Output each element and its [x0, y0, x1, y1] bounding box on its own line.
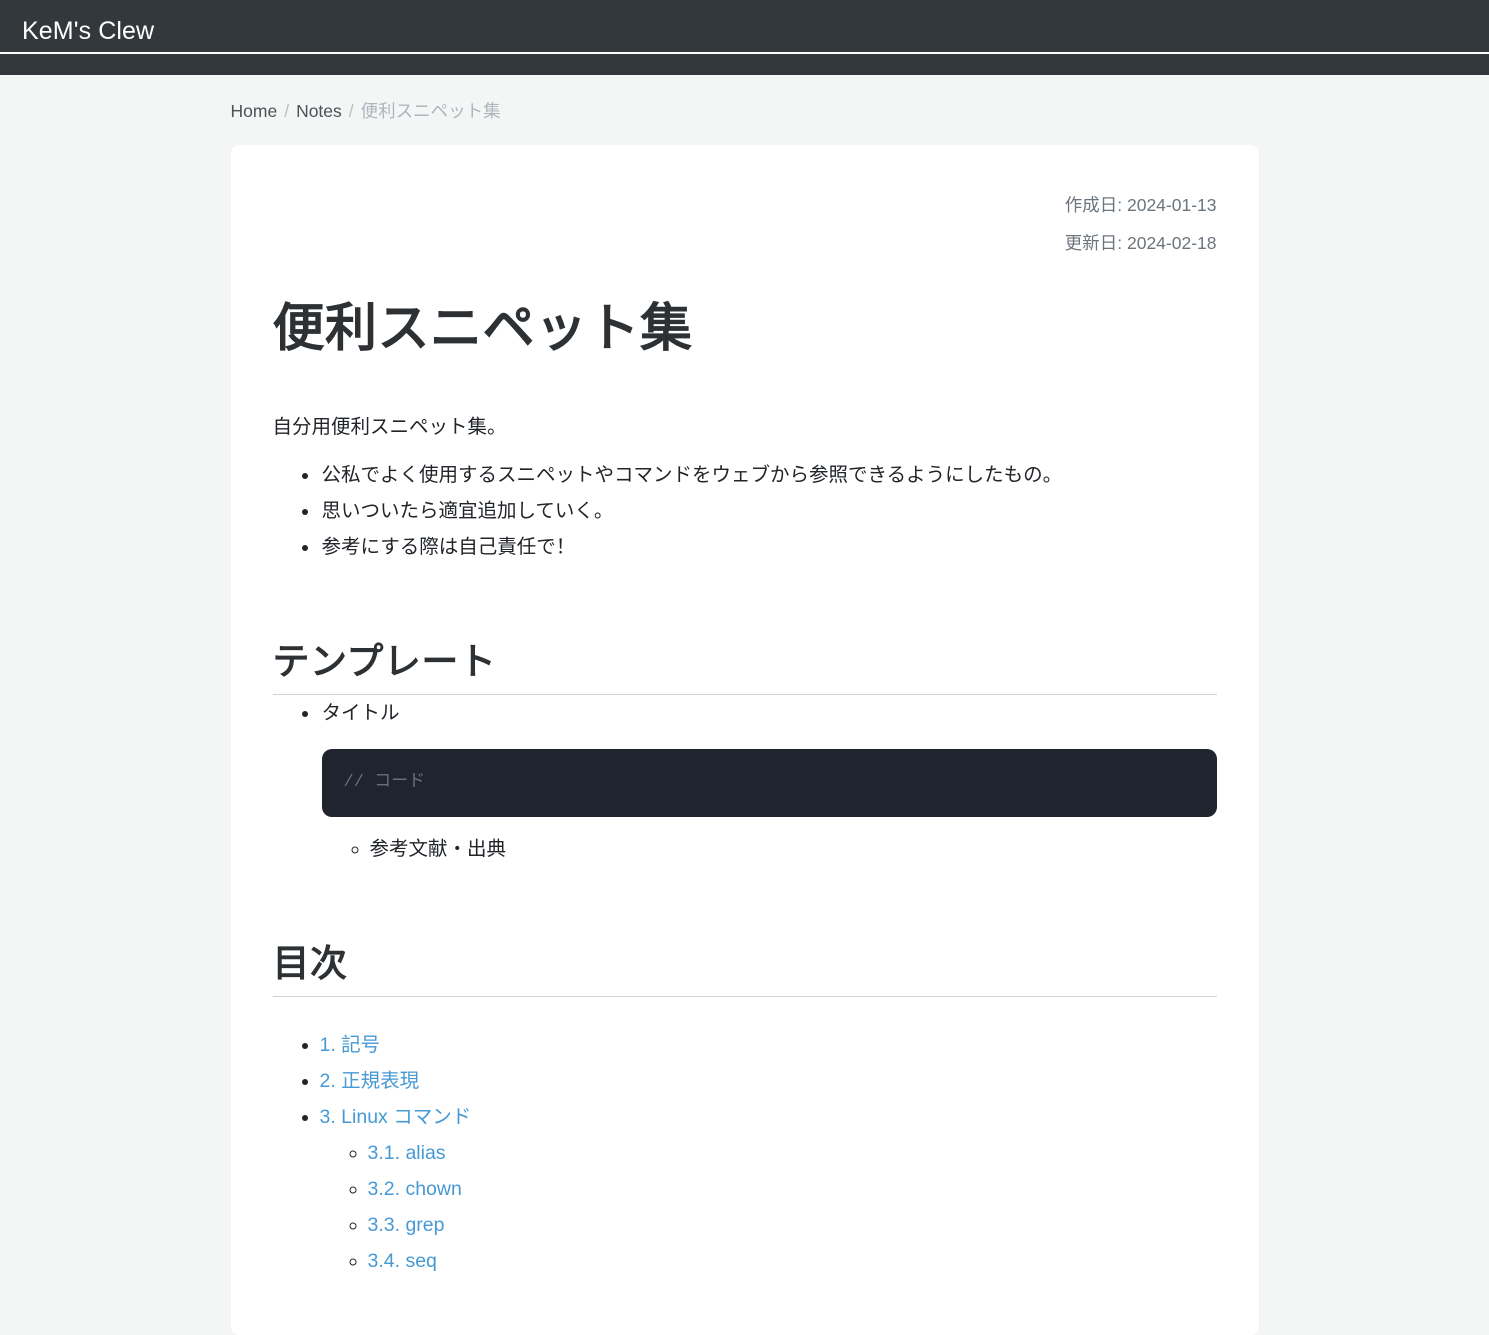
template-sublist: 参考文献・出典: [322, 831, 1217, 867]
toc-link-seikihyougen[interactable]: 2. 正規表現: [320, 1070, 420, 1092]
code-block: // コード: [321, 749, 1217, 818]
breadcrumb-separator: /: [348, 101, 354, 121]
section-heading-template: テンプレート: [272, 631, 1217, 696]
list-item: 参考にする際は自己責任で！: [320, 529, 1217, 565]
breadcrumb-item-current: 便利スニペット集: [360, 101, 501, 121]
toc-link-grep[interactable]: 3.3. grep: [368, 1214, 445, 1236]
breadcrumb-separator: /: [284, 101, 290, 121]
top-navbar: KeM's Clew: [0, 0, 1489, 75]
toc-subitem: 3.1. alias: [368, 1135, 1217, 1171]
toc-link-alias[interactable]: 3.1. alias: [368, 1142, 446, 1164]
breadcrumb-item-notes[interactable]: Notes: [296, 99, 342, 123]
breadcrumb-item-home[interactable]: Home: [231, 99, 278, 123]
list-item: 思いついたら適宜追加していく。: [320, 493, 1217, 529]
section-heading-toc: 目次: [272, 933, 1217, 998]
toc-item: 1. 記号: [320, 1027, 1217, 1063]
toc-subitem: 3.3. grep: [368, 1207, 1217, 1243]
toc-item: 3. Linux コマンド 3.1. alias 3.2. chown 3.3.…: [320, 1099, 1217, 1279]
list-item: タイトル // コード 参考文献・出典: [320, 695, 1217, 867]
post-updated-date: 更新日: 2024-02-18: [1064, 233, 1217, 253]
toc-link-seq[interactable]: 3.4. seq: [368, 1250, 437, 1272]
template-item-title: タイトル: [321, 702, 400, 725]
toc-item: 2. 正規表現: [320, 1063, 1217, 1099]
table-of-contents: 1. 記号 2. 正規表現 3. Linux コマンド 3.1. alias 3…: [273, 1027, 1217, 1279]
template-list: タイトル // コード 参考文献・出典: [273, 695, 1217, 867]
intro-paragraph: 自分用便利スニペット集。: [272, 416, 507, 438]
toc-link-kigou[interactable]: 1. 記号: [320, 1034, 381, 1056]
list-item: 公私でよく使用するスニペットやコマンドをウェブから参照できるようにしたもの。: [320, 457, 1217, 493]
breadcrumb: Home / Notes / 便利スニペット集: [231, 99, 1259, 123]
breadcrumb-container: Home / Notes / 便利スニペット集: [231, 75, 1259, 123]
list-item: 参考文献・出典: [370, 831, 1217, 867]
site-brand-link[interactable]: KeM's Clew: [22, 14, 154, 48]
article-card: 作成日: 2024-01-13 更新日: 2024-02-18 便利スニペット集…: [230, 145, 1259, 1335]
toc-link-linux-commands[interactable]: 3. Linux コマンド: [320, 1106, 472, 1128]
toc-link-chown[interactable]: 3.2. chown: [368, 1178, 462, 1200]
page-title: 便利スニペット集: [272, 300, 693, 358]
post-created-date: 作成日: 2024-01-13: [1064, 195, 1217, 215]
intro-bullet-list: 公私でよく使用するスニペットやコマンドをウェブから参照できるようにしたもの。 思…: [273, 457, 1217, 565]
toc-subitem: 3.4. seq: [368, 1243, 1217, 1279]
navbar-underline-rule: [0, 52, 1489, 54]
toc-subitem: 3.2. chown: [368, 1171, 1217, 1207]
toc-sublist-linux: 3.1. alias 3.2. chown 3.3. grep 3.4. seq: [320, 1135, 1217, 1279]
